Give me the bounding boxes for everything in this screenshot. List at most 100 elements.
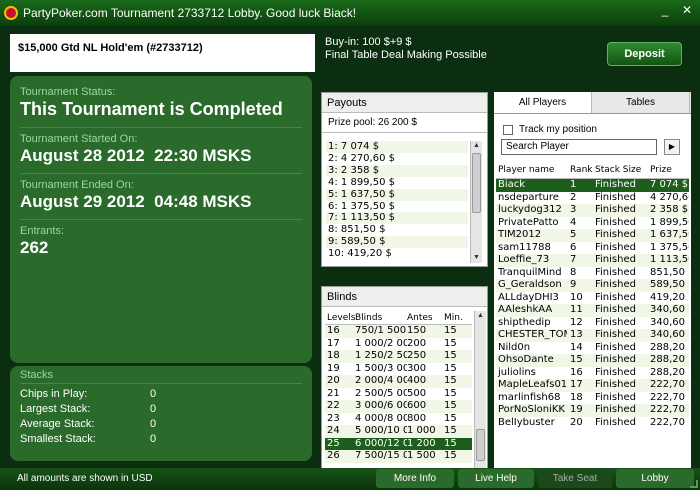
partypoker-logo-icon xyxy=(4,6,18,20)
lobby-button[interactable]: Lobby xyxy=(616,469,694,488)
table-cell: 4 270,60 $ xyxy=(650,191,689,203)
entrants-label: Entrants: xyxy=(20,225,65,237)
table-row[interactable]: juliolins 16 Finished 288,20 $ xyxy=(496,367,689,380)
close-button[interactable]: ✕ xyxy=(680,4,694,18)
table-row[interactable]: 17 1 000/2 000200 15 xyxy=(325,338,472,351)
table-row[interactable]: 22 3 000/6 000600 15 xyxy=(325,400,472,413)
table-row[interactable]: Loeffie_73 7 Finished 1 113,50 $ xyxy=(496,254,689,267)
blinds-panel: Blinds Levels Blinds Antes Min. 16 750/1 … xyxy=(321,286,488,489)
entrants-value: 262 xyxy=(20,238,49,257)
table-row[interactable]: nsdeparture 2 Finished 4 270,60 $ xyxy=(496,192,689,205)
table-row[interactable]: OhsoDante 15 Finished 288,20 $ xyxy=(496,354,689,367)
table-cell: shipthedip xyxy=(498,316,551,328)
table-row[interactable]: AAleshkAA 11 Finished 340,60 $ xyxy=(496,304,689,317)
stack-row: Chips in Play: 0 xyxy=(20,388,157,400)
table-row[interactable]: TranquilMind 8 Finished 851,50 $ xyxy=(496,267,689,280)
table-cell: OhsoDante xyxy=(498,354,554,365)
table-cell: 15 xyxy=(444,337,457,349)
table-row[interactable]: Nild0n 14 Finished 288,20 $ xyxy=(496,342,689,355)
table-row[interactable]: marlinfish68 18 Finished 222,70 $ xyxy=(496,392,689,405)
table-row[interactable]: G_Geraldson 9 Finished 589,50 $ xyxy=(496,279,689,292)
table-cell: Finished xyxy=(595,291,636,303)
take-seat-button[interactable]: Take Seat xyxy=(538,469,612,488)
track-position[interactable]: Track my position xyxy=(503,124,597,135)
table-cell: 340,60 $ xyxy=(650,304,689,315)
table-row[interactable]: ALLdayDHI3 10 Finished 419,20 $ xyxy=(496,292,689,305)
table-cell: 15 xyxy=(444,437,457,449)
table-cell: 22 xyxy=(327,400,340,411)
table-cell: 13 xyxy=(570,329,583,340)
table-cell: 14 xyxy=(570,341,583,353)
table-row[interactable]: BelIybuster 20 Finished 222,70 $ xyxy=(496,417,689,430)
status-label: Tournament Status: xyxy=(20,86,116,98)
table-row[interactable]: 24 5 000/10 0001 000 15 xyxy=(325,425,472,438)
title-bar: PartyPoker.com Tournament 2733712 Lobby.… xyxy=(0,0,700,26)
table-cell: 288,20 $ xyxy=(650,366,689,378)
blinds-scrollbar[interactable]: ▲ ▼ xyxy=(474,311,486,487)
table-cell: 11 xyxy=(570,304,583,315)
list-item: 8: 851,50 $ xyxy=(328,224,386,236)
table-row[interactable]: 16 750/1 500 150 15 xyxy=(325,325,472,338)
deal-note: Final Table Deal Making Possible xyxy=(325,49,487,61)
table-row[interactable]: CHESTER_TOMSK13 Finished 340,60 $ xyxy=(496,329,689,342)
table-cell: MapleLeafs01 xyxy=(498,379,567,390)
minimize-button[interactable]: _ xyxy=(658,4,672,18)
tab-tables[interactable]: Tables xyxy=(592,92,690,113)
table-cell: 1 637,50 $ xyxy=(650,229,689,240)
buyin-text: Buy-in: 100 $+9 $ xyxy=(325,36,412,48)
table-cell: 250 xyxy=(407,350,427,361)
table-row[interactable]: 26 7 500/15 0001 500 15 xyxy=(325,450,472,463)
tab-all-players[interactable]: All Players xyxy=(494,92,592,113)
blinds-title: Blinds xyxy=(322,287,487,307)
table-row[interactable]: 18 1 250/2 500250 15 xyxy=(325,350,472,363)
resize-grip-icon[interactable] xyxy=(690,480,698,488)
table-cell: 15 xyxy=(444,450,457,461)
table-row[interactable]: MapleLeafs0117 Finished 222,70 $ xyxy=(496,379,689,392)
scroll-up-icon[interactable]: ▲ xyxy=(475,311,486,321)
table-cell: sam11788 xyxy=(498,241,551,253)
table-cell: Finished xyxy=(595,279,636,290)
table-cell: Finished xyxy=(595,266,636,278)
table-cell: Finished xyxy=(595,366,636,378)
more-info-button[interactable]: More Info xyxy=(376,469,454,488)
table-row[interactable]: 20 2 000/4 000400 15 xyxy=(325,375,472,388)
scroll-up-icon[interactable]: ▲ xyxy=(471,141,482,151)
table-cell: 1 000 xyxy=(407,425,436,436)
table-row[interactable]: 19 1 500/3 000300 15 xyxy=(325,363,472,376)
started-label: Tournament Started On: xyxy=(20,133,138,145)
table-cell: 1 113,50 $ xyxy=(650,254,689,265)
table-cell: Finished xyxy=(595,341,636,353)
search-input[interactable]: Search Player xyxy=(501,139,657,155)
table-cell: 24 xyxy=(327,425,340,436)
table-row[interactable]: 23 4 000/8 000800 15 xyxy=(325,413,472,426)
list-item: 2: 4 270,60 $ xyxy=(328,152,395,164)
table-row[interactable]: TIM2012 5 Finished 1 637,50 $ xyxy=(496,229,689,242)
prize-pool: Prize pool: 26 200 $ xyxy=(322,113,487,133)
table-row[interactable]: 25 6 000/12 0001 200 15 xyxy=(325,437,472,450)
table-cell: marlinfish68 xyxy=(498,391,561,403)
list-item: 10: 419,20 $ xyxy=(328,248,392,260)
live-help-button[interactable]: Live Help xyxy=(458,469,534,488)
table-cell: 6 xyxy=(570,241,577,253)
table-row[interactable]: luckydog312 3 Finished 2 358 $ xyxy=(496,204,689,217)
table-row[interactable]: 21 2 500/5 000500 15 xyxy=(325,388,472,401)
table-cell: 1 200 xyxy=(407,437,436,449)
table-cell: 288,20 $ xyxy=(650,354,689,365)
scroll-thumb[interactable] xyxy=(476,429,485,461)
table-cell: 2 xyxy=(570,191,577,203)
search-go-icon[interactable]: ▶ xyxy=(664,139,680,155)
table-row[interactable]: sam11788 6 Finished 1 375,50 $ xyxy=(496,242,689,255)
track-label: Track my position xyxy=(519,124,597,135)
deposit-button[interactable]: Deposit xyxy=(607,42,682,66)
track-checkbox[interactable] xyxy=(503,124,513,135)
table-cell: Finished xyxy=(595,216,636,228)
table-row[interactable]: PrivatePatto 4 Finished 1 899,50 $ xyxy=(496,217,689,230)
table-row[interactable]: shipthedip 12 Finished 340,60 $ xyxy=(496,317,689,330)
table-row[interactable]: PorNoSloniKK 19 Finished 222,70 $ xyxy=(496,404,689,417)
table-row[interactable]: Biack 1 Finished 7 074 $ xyxy=(496,179,689,192)
started-value: August 28 2012 22:30 MSKS xyxy=(20,146,252,165)
scroll-down-icon[interactable]: ▼ xyxy=(471,253,482,263)
payouts-scrollbar[interactable]: ▲ ▼ xyxy=(470,141,482,263)
table-cell: 16 xyxy=(570,366,583,378)
scroll-thumb[interactable] xyxy=(472,153,481,213)
